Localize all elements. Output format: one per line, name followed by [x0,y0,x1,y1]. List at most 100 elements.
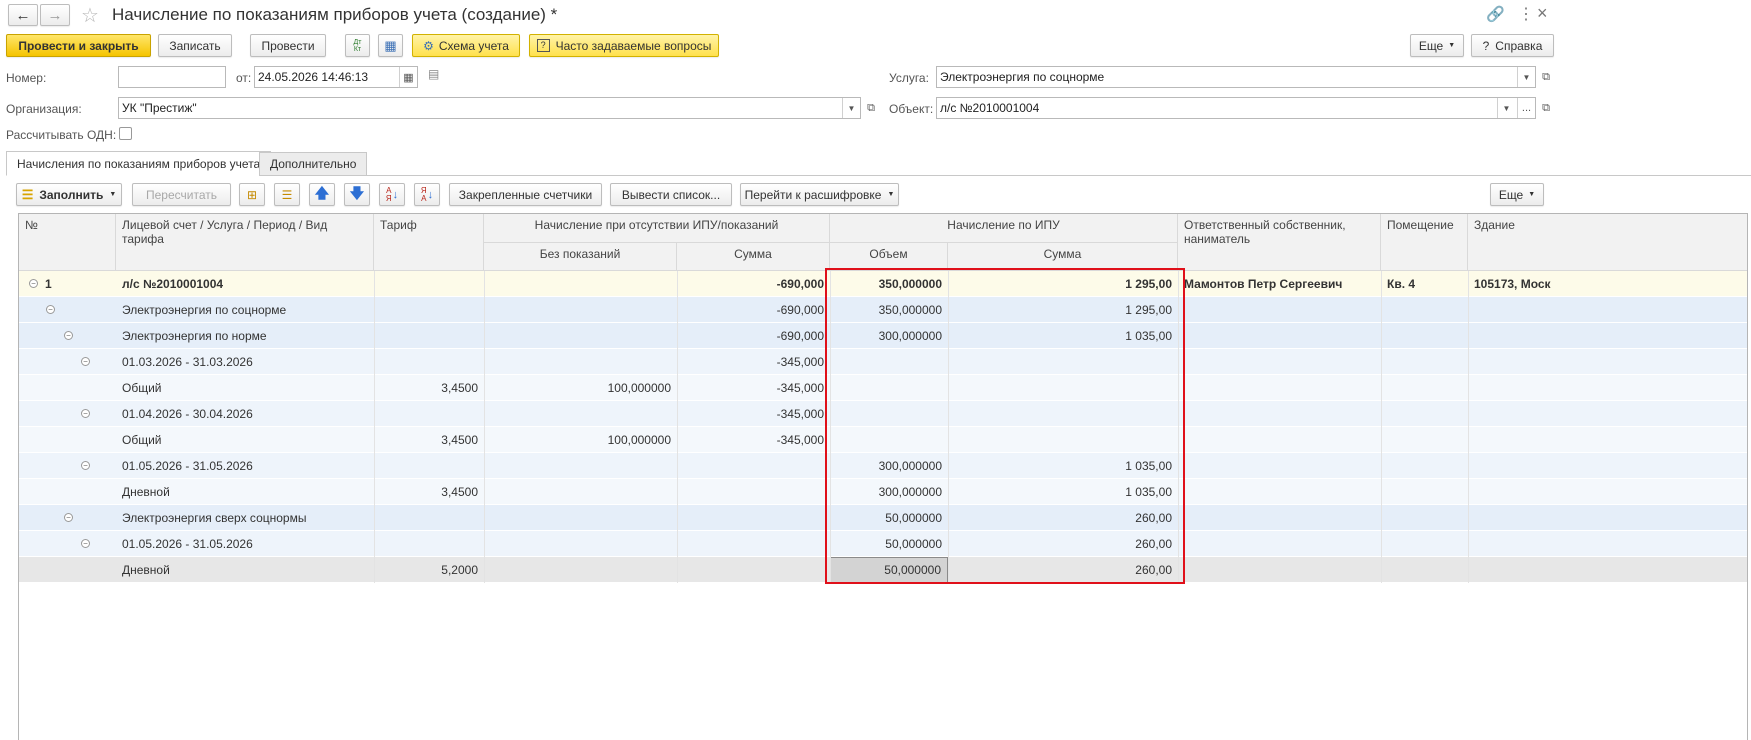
odn-checkbox[interactable] [119,127,132,140]
table-more-button[interactable]: Еще ▼ [1490,183,1544,206]
open-object-icon[interactable]: ⧉ [1537,97,1555,119]
row-building [1468,557,1747,583]
row-owner [1178,375,1381,401]
collapse-toggle-icon[interactable]: − [29,279,38,288]
table-row[interactable]: − 1 л/с №2010001004 -690,000 350,000000 … [19,271,1747,297]
row-no-readings [484,479,677,505]
more-button[interactable]: Еще ▼ [1410,34,1464,57]
row-sum1 [677,453,830,479]
arrow-down-icon: 🡇 [349,184,365,201]
row-tariff [374,271,484,297]
favorite-star-icon[interactable]: ☆ [81,3,99,28]
date-input[interactable]: 24.05.2026 14:46:13 ▦ [254,66,418,88]
chevron-down-icon[interactable]: ▼ [1517,67,1535,87]
dt-kt-button[interactable]: Дт Кт [345,34,370,57]
sort-desc-button[interactable]: ЯА ↓ [414,183,440,206]
save-button[interactable]: Записать [158,34,232,57]
collapse-tree-icon: ☰ [281,187,293,202]
col-building-header[interactable]: Здание [1468,214,1747,271]
chevron-down-icon[interactable]: ▼ [1497,98,1515,118]
select-ellipsis-icon[interactable]: ... [1517,98,1535,118]
col-num-header[interactable]: № [19,214,116,271]
open-service-icon[interactable]: ⧉ [1537,66,1555,88]
post-and-close-button[interactable]: Провести и закрыть [6,34,151,57]
recalc-button[interactable]: Пересчитать [132,183,231,206]
table-row[interactable]: Общий 3,4500 100,000000 -345,000 [19,375,1747,401]
row-tariff: 3,4500 [441,381,478,395]
col-sum1-header[interactable]: Сумма [677,243,830,271]
row-tariff [374,401,484,427]
table-row[interactable]: − Электроэнергия сверх соцнормы 50,00000… [19,505,1747,531]
col-volume-header[interactable]: Объем [830,243,948,271]
scheme-button[interactable]: ⚙ Схема учета [412,34,520,57]
question-icon: ? [1482,38,1490,53]
row-account: Общий [122,381,162,395]
table-row[interactable]: Дневной 5,2000 50,000000 260,00 [19,557,1747,583]
col-no-readings-header[interactable]: Без показаний [484,243,677,271]
forward-button[interactable]: → [40,4,70,26]
row-sum2 [948,349,1178,375]
page-title: Начисление по показаниям приборов учета … [112,5,558,24]
table-row[interactable]: Общий 3,4500 100,000000 -345,000 [19,427,1747,453]
row-no-readings [484,323,677,349]
table-row[interactable]: − Электроэнергия по норме -690,000 300,0… [19,323,1747,349]
tab-charges[interactable]: Начисления по показаниям приборов учета [6,151,272,176]
row-tariff [374,453,484,479]
col-owner-header[interactable]: Ответственный собственник, наниматель [1178,214,1381,271]
table-row[interactable]: − Электроэнергия по соцнорме -690,000 35… [19,297,1747,323]
col-room-header[interactable]: Помещение [1381,214,1468,271]
row-sum2: 260,00 [1135,563,1172,577]
table-row[interactable]: − 01.04.2026 - 30.04.2026 -345,000 [19,401,1747,427]
fixed-meters-button[interactable]: Закрепленные счетчики [449,183,602,206]
row-account: Дневной [122,485,170,499]
row-account: л/с №2010001004 [122,277,224,291]
move-up-button[interactable]: 🡅 [309,183,335,206]
link-icon[interactable]: 🔗 [1486,5,1505,23]
comment-icon[interactable]: ▤ [428,67,439,81]
row-sum1: -345,000 [776,407,824,421]
table-row[interactable]: Дневной 3,4500 300,000000 1 035,00 [19,479,1747,505]
table-row[interactable]: − 01.03.2026 - 31.03.2026 -345,000 [19,349,1747,375]
col-sum2-header[interactable]: Сумма [948,243,1178,271]
fill-button[interactable]: ☰ Заполнить ▼ [16,183,122,206]
col-tariff-header[interactable]: Тариф [374,214,484,271]
number-input[interactable] [118,66,226,88]
org-input[interactable]: УК "Престиж" ▼ [118,97,861,119]
row-owner [1178,531,1381,557]
calendar-icon[interactable]: ▦ [399,67,417,87]
table-row[interactable]: − 01.05.2026 - 31.05.2026 300,000000 1 0… [19,453,1747,479]
open-org-icon[interactable]: ⧉ [862,97,880,119]
row-number [39,349,109,375]
table-row[interactable]: − 01.05.2026 - 31.05.2026 50,000000 260,… [19,531,1747,557]
row-sum1: -690,000 [776,303,824,317]
export-list-button[interactable]: Вывести список... [610,183,732,206]
collapse-all-button[interactable]: ☰ [274,183,300,206]
row-volume: 50,000000 [885,537,942,551]
faq-button[interactable]: ? Часто задаваемые вопросы [529,34,719,57]
row-volume: 300,000000 [878,329,942,343]
help-button[interactable]: ? Справка [1471,34,1554,57]
expand-all-button[interactable]: ⊞ [239,183,265,206]
date-label: от: [236,71,252,85]
tab-additional[interactable]: Дополнительно [259,152,368,176]
post-button[interactable]: Провести [250,34,326,57]
chevron-down-icon[interactable]: ▼ [842,98,860,118]
charges-table[interactable]: № Лицевой счет / Услуга / Период / Вид т… [18,213,1748,740]
row-no-readings [484,505,677,531]
back-button[interactable]: ← [8,4,38,26]
close-icon[interactable]: × [1537,3,1548,24]
row-owner [1178,557,1381,583]
col-account-header[interactable]: Лицевой счет / Услуга / Период / Вид тар… [116,214,374,271]
row-volume [830,349,948,375]
go-decode-button[interactable]: Перейти к расшифровке ▼ [740,183,899,206]
more-vertical-icon[interactable]: ⋮ [1518,4,1534,24]
row-room: Кв. 4 [1387,277,1416,291]
object-input[interactable]: л/с №2010001004 ▼ ... [936,97,1536,119]
row-sum1: -690,000 [776,277,824,291]
move-down-button[interactable]: 🡇 [344,183,370,206]
sort-asc-button[interactable]: АЯ ↓ [379,183,405,206]
row-account: Электроэнергия по соцнорме [122,303,287,317]
row-account: 01.05.2026 - 31.05.2026 [122,537,253,551]
service-input[interactable]: Электроэнергия по соцнорме ▼ [936,66,1536,88]
structure-button[interactable]: ▦ [378,34,403,57]
